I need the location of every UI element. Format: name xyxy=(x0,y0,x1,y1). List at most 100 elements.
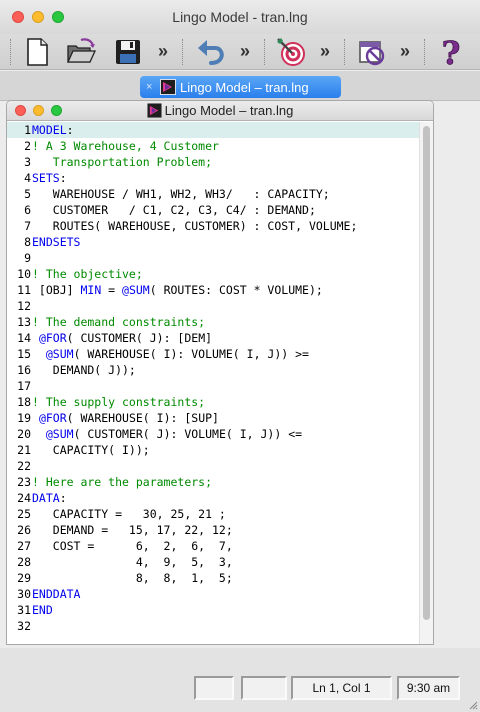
code-line[interactable]: 20 @SUM( CUSTOMER( J): VOLUME( I, J)) <= xyxy=(7,426,421,442)
open-file-button[interactable] xyxy=(64,36,98,68)
code-text: CAPACITY = 30, 25, 21 ; xyxy=(32,506,226,522)
code-token: CUSTOMER / C1, C2, C3, C4/ : DEMAND; xyxy=(32,203,316,217)
code-line[interactable]: 27 COST = 6, 2, 6, 7, xyxy=(7,538,421,554)
vertical-scrollbar[interactable] xyxy=(419,122,433,644)
code-line[interactable]: 10! The objective; xyxy=(7,266,421,282)
code-line[interactable]: 3 Transportation Problem; xyxy=(7,154,421,170)
undo-arrow-icon xyxy=(198,40,224,65)
code-token: = xyxy=(101,283,123,297)
code-line[interactable]: 13! The demand constraints; xyxy=(7,314,421,330)
code-line[interactable]: 23! Here are the parameters; xyxy=(7,474,421,490)
comment-token: ! A 3 Warehouse, 4 Customer xyxy=(32,139,219,153)
code-line[interactable]: 25 CAPACITY = 30, 25, 21 ; xyxy=(7,506,421,522)
toolbar-grip xyxy=(264,39,266,65)
line-number: 10 xyxy=(17,267,31,281)
minimize-model-window-button[interactable] xyxy=(33,105,44,116)
window-titlebar: Lingo Model - tran.lng xyxy=(0,0,480,34)
close-model-window-button[interactable] xyxy=(15,105,26,116)
code-text: 8, 8, 1, 5; xyxy=(32,570,233,586)
line-number: 27 xyxy=(17,539,31,553)
code-line[interactable]: 28 4, 9, 5, 3, xyxy=(7,554,421,570)
code-line[interactable]: 6 CUSTOMER / C1, C2, C3, C4/ : DEMAND; xyxy=(7,202,421,218)
code-line[interactable]: 12 xyxy=(7,298,421,314)
line-number: 14 xyxy=(17,331,31,345)
code-line[interactable]: 29 8, 8, 1, 5; xyxy=(7,570,421,586)
status-pane-2 xyxy=(241,676,287,700)
code-line[interactable]: 21 CAPACITY( I)); xyxy=(7,442,421,458)
code-line[interactable]: 5 WAREHOUSE / WH1, WH2, WH3/ : CAPACITY; xyxy=(7,186,421,202)
line-number: 15 xyxy=(17,347,31,361)
code-line[interactable]: 19 @FOR( WAREHOUSE( I): [SUP] xyxy=(7,410,421,426)
close-tab-icon[interactable]: × xyxy=(146,81,160,93)
code-token: [OBJ] xyxy=(32,283,81,297)
code-line[interactable]: 8 ENDSETS xyxy=(7,234,421,250)
window-title: Lingo Model - tran.lng xyxy=(172,9,308,25)
code-line[interactable]: 18! The supply constraints; xyxy=(7,394,421,410)
code-line[interactable]: 1 MODEL: xyxy=(7,122,421,138)
toolbar-overflow-1[interactable]: » xyxy=(158,41,168,62)
help-button[interactable]: ? xyxy=(434,36,468,68)
code-editor[interactable]: 1 MODEL: 2! A 3 Warehouse, 4 Customer 3 Tra… xyxy=(7,122,421,644)
zoom-window-button[interactable] xyxy=(52,11,64,23)
line-number: 23 xyxy=(17,475,31,489)
toolbar-overflow-4[interactable]: » xyxy=(400,41,410,62)
line-number: 26 xyxy=(17,523,31,537)
code-text: ! The objective; xyxy=(32,266,143,282)
code-text: COST = 6, 2, 6, 7, xyxy=(32,538,233,554)
keyword-token: @SUM xyxy=(122,283,150,297)
comment-token: ! The supply constraints; xyxy=(32,395,206,409)
new-document-button[interactable] xyxy=(20,36,54,68)
model-window-titlebar: Lingo Model – tran.lng xyxy=(7,101,433,121)
code-line[interactable]: 9 xyxy=(7,250,421,266)
close-window-button[interactable] xyxy=(12,11,24,23)
line-number: 4 xyxy=(24,171,31,185)
code-text: WAREHOUSE / WH1, WH2, WH3/ : CAPACITY; xyxy=(32,186,330,202)
toolbar-grip xyxy=(424,39,426,65)
line-number: 24 xyxy=(17,491,31,505)
code-line[interactable]: 15 @SUM( WAREHOUSE( I): VOLUME( I, J)) >… xyxy=(7,346,421,362)
undo-button[interactable] xyxy=(194,36,228,68)
scrollbar-thumb[interactable] xyxy=(423,126,430,620)
code-text: CAPACITY( I)); xyxy=(32,442,150,458)
zoom-model-window-button[interactable] xyxy=(51,105,62,116)
tab-label: Lingo Model – tran.lng xyxy=(180,79,309,95)
code-line[interactable]: 32 xyxy=(7,618,421,634)
line-number: 12 xyxy=(17,299,31,313)
toolbar-overflow-3[interactable]: » xyxy=(320,41,330,62)
save-file-button[interactable] xyxy=(111,36,145,68)
code-text: DEMAND = 15, 17, 22, 12; xyxy=(32,522,233,538)
code-text: END xyxy=(32,602,53,618)
code-line[interactable]: 24 DATA: xyxy=(7,490,421,506)
minimize-window-button[interactable] xyxy=(32,11,44,23)
resize-grip-icon[interactable] xyxy=(466,698,478,710)
code-line[interactable]: 17 xyxy=(7,378,421,394)
code-line[interactable]: 7 ROUTES( WAREHOUSE, CUSTOMER) : COST, V… xyxy=(7,218,421,234)
options-button[interactable] xyxy=(354,36,388,68)
code-line[interactable]: 26 DEMAND = 15, 17, 22, 12; xyxy=(7,522,421,538)
code-line[interactable]: 4 SETS: xyxy=(7,170,421,186)
code-token: : xyxy=(59,171,67,185)
line-number: 25 xyxy=(17,507,31,521)
code-text: DATA: xyxy=(32,490,67,506)
model-window-controls xyxy=(15,105,62,116)
help-question-icon: ? xyxy=(441,36,461,68)
line-number: 29 xyxy=(17,571,31,585)
keyword-token: @FOR xyxy=(38,411,67,425)
line-number: 31 xyxy=(17,603,31,617)
code-line[interactable]: 22 xyxy=(7,458,421,474)
code-line[interactable]: 11 [OBJ] MIN = @SUM( ROUTES: COST * VOLU… xyxy=(7,282,421,298)
save-disk-icon xyxy=(116,40,140,64)
toolbar-overflow-2[interactable]: » xyxy=(240,41,250,62)
code-token: DEMAND = 15, 17, 22, 12; xyxy=(32,523,233,537)
code-line[interactable]: 30 ENDDATA xyxy=(7,586,421,602)
solve-button[interactable] xyxy=(274,36,308,68)
code-line[interactable]: 14 @FOR( CUSTOMER( J): [DEM] xyxy=(7,330,421,346)
line-number: 32 xyxy=(17,619,31,633)
code-line[interactable]: 16 DEMAND( J)); xyxy=(7,362,421,378)
line-number: 21 xyxy=(17,443,31,457)
code-line[interactable]: 31 END xyxy=(7,602,421,618)
tab-tran-lng[interactable]: × Lingo Model – tran.lng xyxy=(140,76,341,98)
code-line[interactable]: 2! A 3 Warehouse, 4 Customer xyxy=(7,138,421,154)
